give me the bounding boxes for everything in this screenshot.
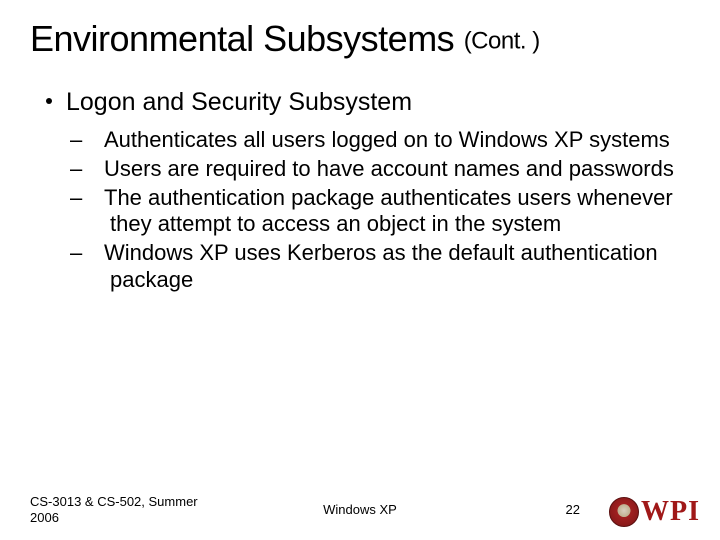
dash-icon: –	[90, 185, 104, 212]
dash-icon: –	[90, 127, 104, 154]
footer-topic: Windows XP	[323, 502, 397, 517]
sub-bullet: –Users are required to have account name…	[90, 156, 690, 183]
wpi-wordmark: WPI	[641, 496, 700, 528]
wpi-seal-icon	[609, 497, 639, 527]
bullet-dot-icon	[46, 98, 52, 104]
slide: Environmental Subsystems (Cont. ) Logon …	[0, 0, 720, 540]
bullet-text: Logon and Security Subsystem	[66, 88, 412, 116]
bullet-level1: Logon and Security Subsystem	[46, 88, 690, 117]
title-main: Environmental Subsystems	[30, 18, 464, 59]
sub-text: Users are required to have account names…	[104, 156, 674, 181]
sub-text: Authenticates all users logged on to Win…	[104, 127, 670, 152]
dash-icon: –	[90, 240, 104, 267]
dash-icon: –	[90, 156, 104, 183]
sub-text: Windows XP uses Kerberos as the default …	[104, 240, 658, 292]
page-number: 22	[566, 502, 580, 517]
slide-title: Environmental Subsystems (Cont. )	[30, 18, 690, 60]
title-cont: (Cont. )	[464, 27, 540, 54]
sub-text: The authentication package authenticates…	[104, 185, 673, 237]
footer-course: CS-3013 & CS-502, Summer 2006	[30, 494, 230, 527]
footer: CS-3013 & CS-502, Summer 2006 Windows XP…	[0, 494, 720, 527]
sub-bullet: –Windows XP uses Kerberos as the default…	[90, 240, 690, 294]
sub-bullet: –Authenticates all users logged on to Wi…	[90, 127, 690, 154]
wpi-logo: WPI	[609, 496, 700, 528]
sub-bullet-list: –Authenticates all users logged on to Wi…	[90, 127, 690, 294]
sub-bullet: –The authentication package authenticate…	[90, 185, 690, 239]
